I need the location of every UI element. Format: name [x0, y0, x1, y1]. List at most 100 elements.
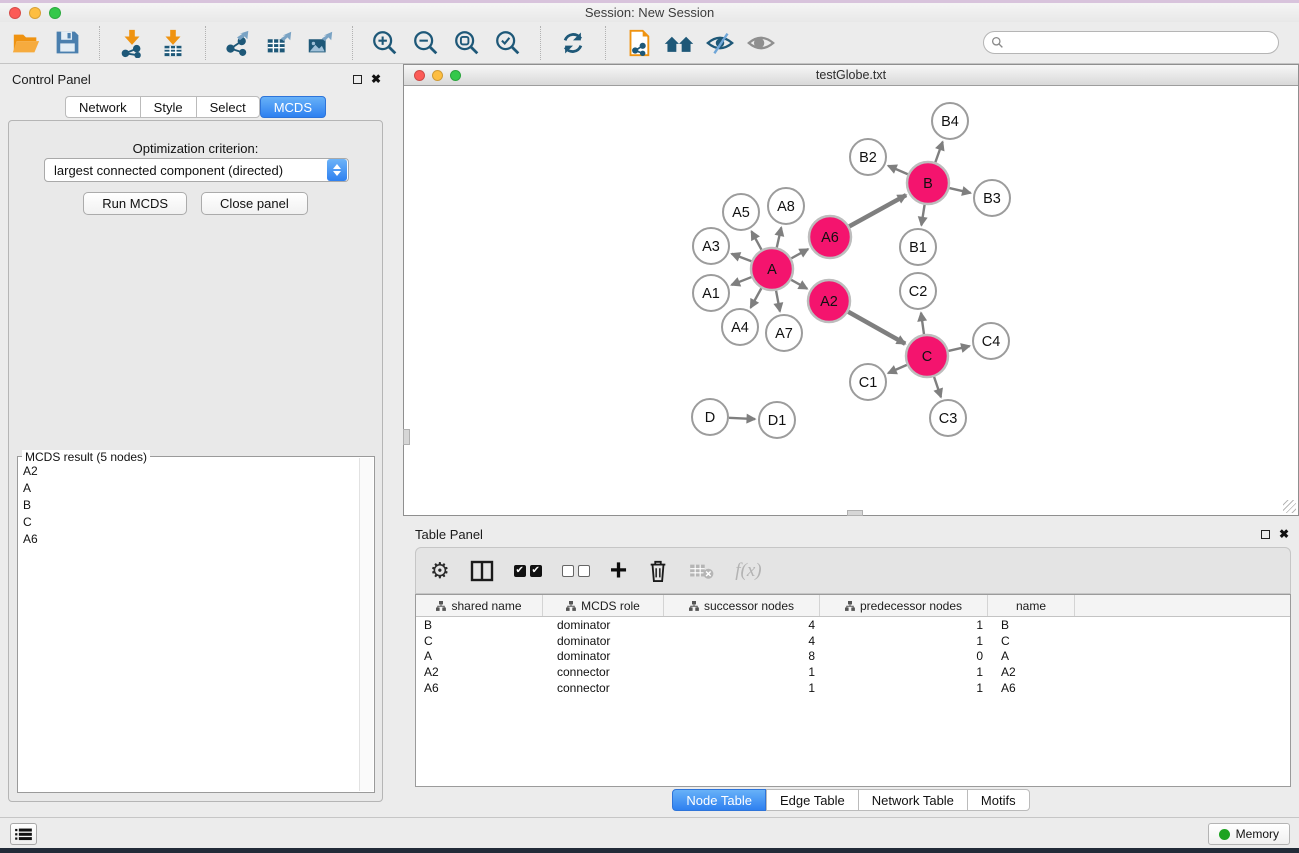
table-cell[interactable]: connector — [543, 680, 664, 696]
add-row-button[interactable]: + — [610, 556, 628, 586]
tab-edge-table[interactable]: Edge Table — [766, 789, 858, 811]
graph-edge-A-A4[interactable] — [751, 288, 762, 307]
tab-mcds[interactable]: MCDS — [260, 96, 326, 118]
table-cell[interactable]: B — [988, 617, 1075, 633]
home-views-button[interactable] — [663, 27, 695, 59]
network-close-button[interactable] — [414, 70, 425, 81]
network-window-titlebar[interactable]: testGlobe.txt — [404, 65, 1298, 86]
search-field[interactable] — [983, 31, 1279, 54]
save-session-button[interactable] — [51, 27, 83, 59]
graph-edge-C-C4[interactable] — [948, 346, 969, 351]
graph-edge-A-A5[interactable] — [752, 231, 762, 249]
splitter-handle-bottom[interactable] — [847, 510, 863, 516]
export-image-button[interactable] — [304, 27, 336, 59]
graph-edge-A6-B[interactable] — [849, 195, 906, 226]
table-cell[interactable]: A2 — [416, 664, 543, 680]
close-panel-icon[interactable]: ✖ — [371, 75, 381, 84]
graph-edge-C-C2[interactable] — [921, 313, 924, 334]
table-cell[interactable]: C — [416, 633, 543, 649]
table-cell[interactable]: 4 — [664, 617, 820, 633]
zoom-out-button[interactable] — [410, 27, 442, 59]
table-cell[interactable]: A2 — [988, 664, 1075, 680]
table-cell[interactable]: dominator — [543, 633, 664, 649]
memory-button[interactable]: Memory — [1208, 823, 1290, 845]
graph-edge-C-C3[interactable] — [934, 377, 941, 397]
table-row[interactable]: A2connector11A2 — [416, 664, 1290, 680]
table-cell[interactable]: 1 — [820, 664, 988, 680]
export-table-button[interactable] — [263, 27, 295, 59]
import-table-button[interactable] — [157, 27, 189, 59]
optimization-criterion-select[interactable]: largest connected component (directed) — [44, 158, 349, 182]
graph-edge-C-C1[interactable] — [888, 365, 907, 373]
graph-edge-A-A2[interactable] — [791, 280, 807, 289]
table-cell[interactable]: A6 — [416, 680, 543, 696]
column-header-predecessor-nodes[interactable]: predecessor nodes — [820, 595, 988, 616]
tab-network[interactable]: Network — [65, 96, 140, 118]
table-cell[interactable]: C — [988, 633, 1075, 649]
select-all-checks-button[interactable]: ✔ ✔ — [514, 556, 542, 586]
delete-row-button[interactable] — [647, 556, 669, 586]
clear-checks-button[interactable] — [562, 556, 590, 586]
window-resize-grip[interactable] — [1283, 500, 1296, 513]
close-table-panel-icon[interactable]: ✖ — [1279, 530, 1289, 539]
graph-edge-A-A7[interactable] — [776, 291, 780, 312]
tab-select[interactable]: Select — [196, 96, 260, 118]
graph-edge-A-A6[interactable] — [791, 249, 808, 258]
table-settings-button[interactable]: ⚙ — [430, 556, 450, 586]
graph-edge-B-B4[interactable] — [935, 142, 942, 163]
table-cell[interactable]: 4 — [664, 633, 820, 649]
table-cell[interactable]: dominator — [543, 648, 664, 664]
hide-graphics-button[interactable] — [704, 27, 736, 59]
mcds-result-scrollbar[interactable] — [359, 458, 373, 791]
splitter-handle-left[interactable] — [403, 429, 410, 445]
mcds-result-item[interactable]: A2 — [18, 462, 358, 479]
export-network-button[interactable] — [222, 27, 254, 59]
zoom-selected-button[interactable] — [492, 27, 524, 59]
table-cell[interactable]: 1 — [820, 680, 988, 696]
tab-node-table[interactable]: Node Table — [672, 789, 766, 811]
table-cell[interactable]: dominator — [543, 617, 664, 633]
refresh-layout-button[interactable] — [557, 27, 589, 59]
table-row[interactable]: A6connector11A6 — [416, 680, 1290, 696]
minimize-window-button[interactable] — [29, 7, 41, 19]
zoom-window-button[interactable] — [49, 7, 61, 19]
float-panel-icon[interactable] — [353, 75, 362, 84]
graph-edge-B-B1[interactable] — [921, 205, 924, 226]
network-zoom-button[interactable] — [450, 70, 461, 81]
delete-table-button[interactable] — [689, 556, 715, 586]
run-mcds-button[interactable]: Run MCDS — [83, 192, 187, 215]
mcds-result-item[interactable]: A — [18, 479, 358, 496]
graph-edge-A2-C[interactable] — [848, 312, 905, 344]
column-header-successor-nodes[interactable]: successor nodes — [664, 595, 820, 616]
column-header-shared-name[interactable]: shared name — [416, 595, 543, 616]
tab-network-table[interactable]: Network Table — [858, 789, 967, 811]
task-history-button[interactable] — [10, 823, 37, 845]
import-network-button[interactable] — [116, 27, 148, 59]
function-builder-button[interactable]: f(x) — [735, 556, 761, 586]
mcds-result-item[interactable]: A6 — [18, 530, 358, 547]
table-cell[interactable]: 0 — [820, 648, 988, 664]
table-cell[interactable]: 1 — [820, 633, 988, 649]
network-canvas[interactable]: B4B2BB3A8A5A6A3B1AA1C2A2A4A7C4CC1C3DD1 — [404, 86, 1298, 515]
table-row[interactable]: Bdominator41B — [416, 617, 1290, 633]
graph-edge-B-B3[interactable] — [949, 188, 970, 193]
table-row[interactable]: Cdominator41C — [416, 633, 1290, 649]
zoom-in-button[interactable] — [369, 27, 401, 59]
table-cell[interactable]: 1 — [664, 664, 820, 680]
open-session-button[interactable] — [10, 27, 42, 59]
table-cell[interactable]: connector — [543, 664, 664, 680]
tab-style[interactable]: Style — [140, 96, 196, 118]
session-document-button[interactable] — [622, 27, 654, 59]
table-row[interactable]: Adominator80A — [416, 648, 1290, 664]
graph-edge-B-B2[interactable] — [888, 166, 908, 175]
close-panel-button[interactable]: Close panel — [201, 192, 308, 215]
graph-edge-D-D1[interactable] — [729, 418, 755, 419]
network-minimize-button[interactable] — [432, 70, 443, 81]
show-graphics-button[interactable] — [745, 27, 777, 59]
table-cell[interactable]: 1 — [664, 680, 820, 696]
search-input[interactable] — [1009, 36, 1259, 50]
table-cell[interactable]: A6 — [988, 680, 1075, 696]
zoom-fit-button[interactable] — [451, 27, 483, 59]
table-cell[interactable]: 8 — [664, 648, 820, 664]
tab-motifs[interactable]: Motifs — [967, 789, 1030, 811]
